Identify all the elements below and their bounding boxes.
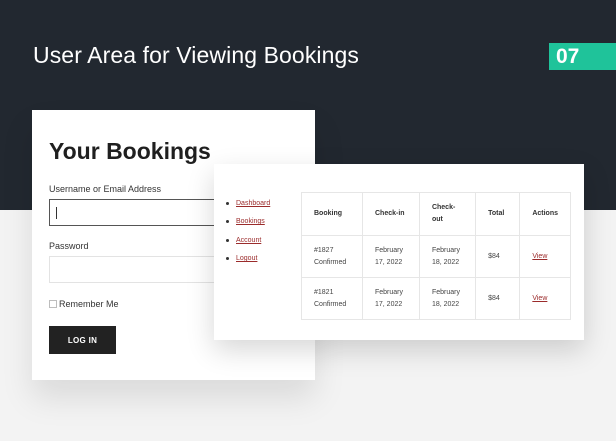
bullet-icon	[226, 201, 229, 205]
nav-item-dashboard: Dashboard	[226, 194, 270, 213]
password-label: Password	[49, 241, 89, 251]
check-out-cell: February 18, 2022	[418, 235, 477, 278]
nav-item-bookings: Bookings	[226, 213, 270, 232]
remember-me-checkbox[interactable]	[49, 300, 57, 308]
bookings-account-card: Dashboard Bookings Account Logout Bookin…	[214, 164, 584, 340]
bullet-icon	[226, 257, 229, 261]
actions-cell: View	[519, 277, 571, 320]
view-booking-link[interactable]: View	[532, 295, 547, 302]
booking-cell: #1827 Confirmed	[301, 235, 363, 278]
text-cursor	[56, 207, 57, 219]
logout-link[interactable]: Logout	[236, 255, 257, 262]
table-header-row: Booking Check-in Check-out Total Actions	[301, 192, 571, 236]
actions-cell: View	[519, 235, 571, 278]
remember-me-option[interactable]: Remember Me	[49, 299, 119, 309]
column-header-total: Total	[475, 192, 521, 236]
column-header-check-out: Check-out	[418, 192, 477, 236]
check-in-cell: February 17, 2022	[362, 235, 420, 278]
column-header-booking: Booking	[301, 192, 363, 236]
remember-me-label: Remember Me	[59, 299, 119, 309]
step-number-badge: 07	[549, 43, 616, 70]
nav-item-logout: Logout	[226, 250, 270, 269]
bullet-icon	[226, 220, 229, 224]
total-cell: $84	[475, 277, 521, 320]
dashboard-link[interactable]: Dashboard	[236, 200, 270, 207]
banner-title: User Area for Viewing Bookings	[33, 42, 360, 68]
booking-cell: #1821 Confirmed	[301, 277, 363, 320]
check-in-cell: February 17, 2022	[362, 277, 420, 320]
bookings-link[interactable]: Bookings	[236, 218, 265, 225]
page-title: Your Bookings	[49, 138, 211, 164]
view-booking-link[interactable]: View	[532, 253, 547, 260]
column-header-check-in: Check-in	[362, 192, 420, 236]
login-button[interactable]: LOG IN	[49, 326, 116, 354]
username-label: Username or Email Address	[49, 184, 162, 194]
column-header-actions: Actions	[519, 192, 571, 236]
nav-item-account: Account	[226, 231, 270, 250]
account-link[interactable]: Account	[236, 237, 261, 244]
account-navigation: Dashboard Bookings Account Logout	[226, 194, 270, 268]
table-row: #1821 Confirmed February 17, 2022 Februa…	[301, 277, 571, 320]
table-row: #1827 Confirmed February 17, 2022 Februa…	[301, 235, 571, 278]
bullet-icon	[226, 238, 229, 242]
check-out-cell: February 18, 2022	[418, 277, 477, 320]
total-cell: $84	[475, 235, 521, 278]
bookings-table: Booking Check-in Check-out Total Actions…	[301, 192, 571, 320]
